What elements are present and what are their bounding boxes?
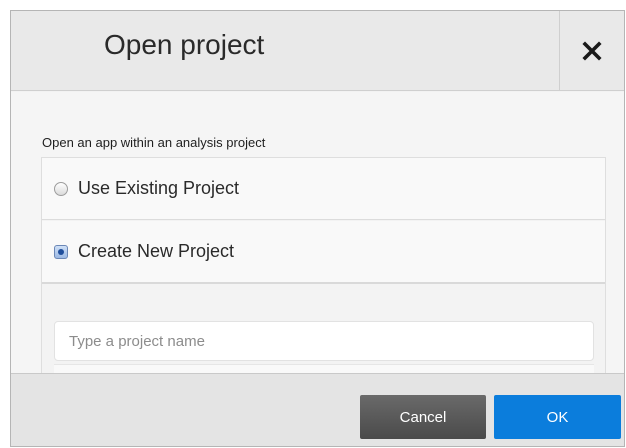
close-button[interactable] <box>560 11 624 91</box>
option-use-existing-project[interactable]: Use Existing Project <box>42 158 605 220</box>
ok-button[interactable]: OK <box>494 395 621 439</box>
dialog-prompt: Open an app within an analysis project <box>42 135 266 150</box>
dialog-title: Open project <box>104 29 265 60</box>
option-label: Use Existing Project <box>78 178 240 198</box>
cancel-button[interactable]: Cancel <box>360 395 486 439</box>
dialog-header: Open project <box>11 11 624 91</box>
create-new-radio[interactable] <box>54 244 68 259</box>
dialog-body: Open an app within an analysis project U… <box>11 92 624 373</box>
input-section-edge <box>54 364 594 373</box>
dialog-footer: Cancel OK <box>11 373 624 446</box>
project-name-input[interactable] <box>54 321 594 361</box>
project-options: Use Existing Project Create New Project <box>41 157 606 373</box>
option-create-new-project[interactable]: Create New Project <box>42 221 605 284</box>
open-project-dialog: Open project Open an app within an analy… <box>10 10 625 447</box>
use-existing-radio[interactable] <box>54 181 68 196</box>
option-label: Create New Project <box>78 241 235 261</box>
close-icon <box>582 41 602 61</box>
